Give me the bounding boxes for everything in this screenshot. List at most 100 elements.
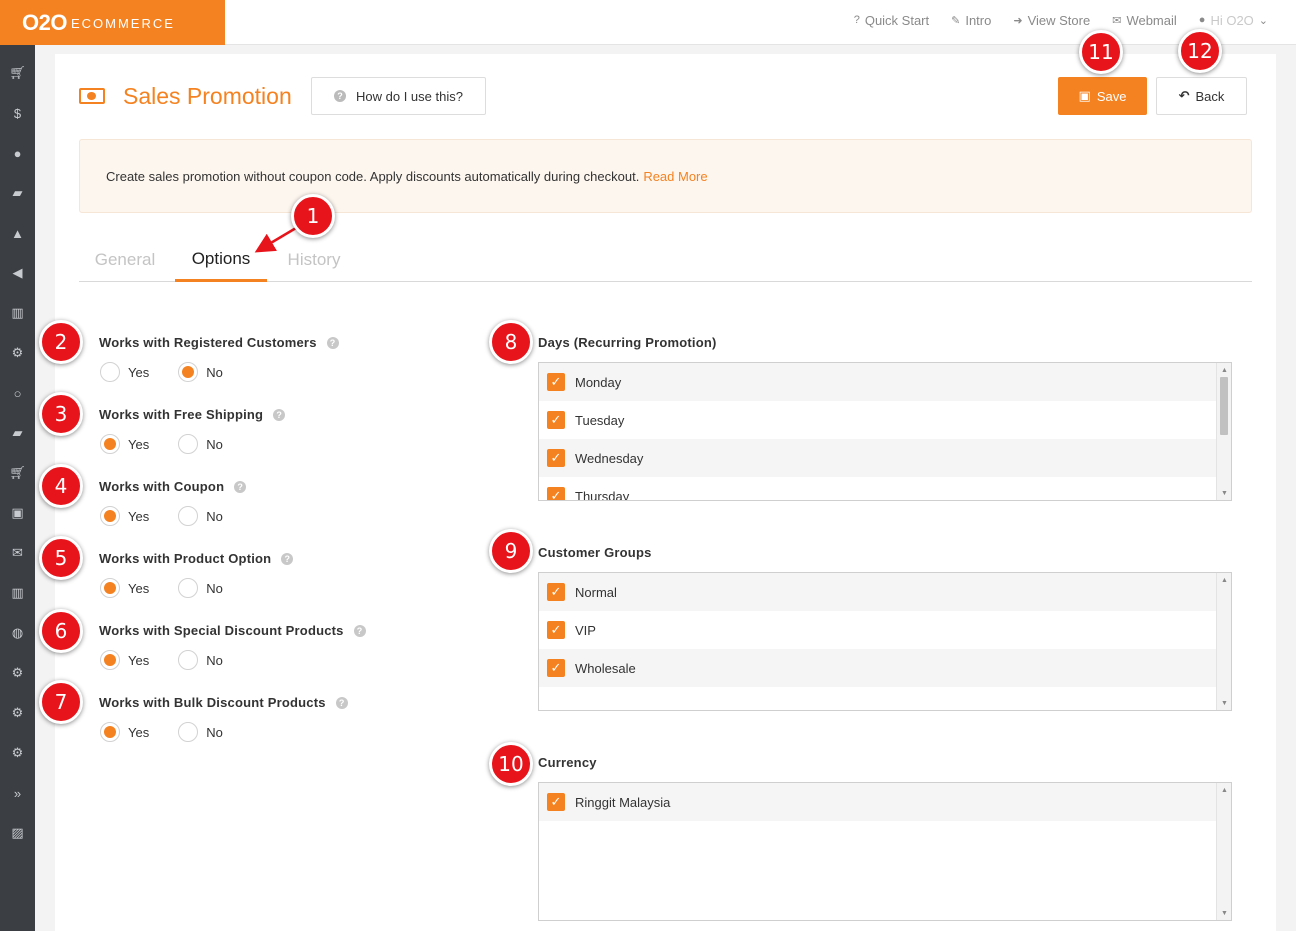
checkbox-checked-icon[interactable]: ✓ [547,449,565,467]
bar-chart-icon[interactable]: ▥ [0,293,35,333]
currency-item[interactable]: ✓ Ringgit Malaysia [539,783,1216,821]
currency-listbox[interactable]: ✓ Ringgit Malaysia ▲ ▼ [538,782,1232,921]
option-label: Works with Product Option? [99,551,294,566]
back-button[interactable]: ↶ Back [1156,77,1247,115]
days-listbox[interactable]: ✓ Monday ✓ Tuesday ✓ Wednesday ✓ Thursday ▲ ▼ [538,362,1232,501]
checkbox-checked-icon[interactable]: ✓ [547,411,565,429]
radio-yes[interactable] [100,578,120,598]
radio-no[interactable] [178,434,199,454]
chevron-down-icon: ⌄ [1258,14,1268,27]
checkbox-checked-icon[interactable]: ✓ [547,487,565,500]
help-icon[interactable]: ? [353,624,366,637]
question-icon: ? [853,14,860,26]
option-label-text: Works with Bulk Discount Products [99,695,326,710]
user-icon[interactable]: ● [0,133,35,173]
cart-alt-icon[interactable]: 🛒︎ [0,453,35,493]
webmail-link[interactable]: ✉ Webmail [1112,13,1177,28]
info-notice: Create sales promotion without coupon co… [79,139,1252,213]
quick-start-link[interactable]: ? Quick Start [854,13,929,28]
help-icon[interactable]: ? [281,552,294,565]
customer-group-item-label: Normal [575,584,617,600]
checkbox-checked-icon[interactable]: ✓ [547,659,565,677]
how-to-button[interactable]: ? How do I use this? [311,77,486,115]
annotation-marker-7: 7 [39,680,83,724]
radio-yes-label: Yes [128,436,150,452]
user-menu[interactable]: ● Hi O2O ⌄ [1199,13,1268,28]
day-item[interactable]: ✓ Monday [539,363,1216,401]
thumbs-up-icon[interactable]: ▲ [0,213,35,253]
view-store-link[interactable]: ➜ View Store [1013,13,1090,28]
annotation-marker-5: 5 [39,536,83,580]
magic-wand-icon: ✎ [951,14,961,27]
money-icon[interactable]: ▣ [0,493,35,533]
bullhorn-icon[interactable]: ◀ [0,253,35,293]
radio-no[interactable] [178,362,199,382]
dollar-icon[interactable]: $ [0,93,35,133]
gear-alt-icon[interactable]: ⚙ [0,693,35,733]
tab-general[interactable]: General [79,238,171,282]
save-button[interactable]: ▣ Save [1058,77,1147,115]
brand-logo[interactable]: O2O ECOMMERCE [0,0,225,45]
radio-yes[interactable] [100,650,120,670]
currency-scrollbar[interactable]: ▲ ▼ [1216,783,1231,920]
book-alt-icon[interactable]: ▰ [0,413,35,453]
help-icon[interactable]: ? [326,336,339,349]
radio-no[interactable] [178,506,199,526]
gear-icon[interactable]: ⚙ [0,653,35,693]
annotation-marker-12: 12 [1178,29,1222,73]
bar-chart-alt-icon[interactable]: ▥ [0,573,35,613]
customer-groups-listbox[interactable]: ✓ Normal ✓ VIP ✓ Wholesale ▲ ▼ [538,572,1232,711]
read-more-link[interactable]: Read More [643,169,707,184]
comment-icon[interactable]: ○ [0,373,35,413]
tab-options[interactable]: Options [175,238,267,282]
day-item[interactable]: ✓ Tuesday [539,401,1216,439]
groups-scrollbar[interactable]: ▲ ▼ [1216,573,1231,710]
forward-icon[interactable]: » [0,773,35,813]
scroll-up-icon[interactable]: ▲ [1217,363,1231,377]
sign-in-icon: ➜ [1013,14,1023,27]
radio-no[interactable] [178,578,199,598]
help-icon[interactable]: ? [273,408,286,421]
customer-group-item[interactable]: ✓ Wholesale [539,649,1216,687]
help-icon[interactable]: ? [234,480,247,493]
radio-yes[interactable] [100,722,120,742]
checkbox-checked-icon[interactable]: ✓ [547,583,565,601]
intro-link[interactable]: ✎ Intro [951,13,991,28]
webmail-label: Webmail [1126,12,1177,28]
help-icon[interactable]: ? [335,696,348,709]
cogs-alt-icon[interactable]: ⚙ [0,733,35,773]
radio-no[interactable] [178,722,199,742]
tab-history[interactable]: History [273,238,355,282]
cart-icon[interactable]: 🛒︎ [0,53,35,93]
scroll-up-icon[interactable]: ▲ [1217,783,1231,797]
radio-yes[interactable] [100,506,120,526]
customer-group-item[interactable]: ✓ VIP [539,611,1216,649]
day-item[interactable]: ✓ Thursday [539,477,1216,500]
checkbox-checked-icon[interactable]: ✓ [547,373,565,391]
annotation-marker-4: 4 [39,464,83,508]
floppy-disk-icon: ▣ [1078,88,1091,103]
scroll-thumb[interactable] [1220,377,1228,435]
customer-group-item[interactable]: ✓ Normal [539,573,1216,611]
scroll-down-icon[interactable]: ▼ [1217,906,1231,920]
radio-yes[interactable] [100,434,120,454]
radio-yes[interactable] [100,362,120,382]
checkbox-checked-icon[interactable]: ✓ [547,793,565,811]
money-icon [79,88,105,104]
currency-label: Currency [538,755,597,770]
globe-icon[interactable]: ◍ [0,613,35,653]
envelope-icon[interactable]: ✉ [0,533,35,573]
book-icon[interactable]: ▰ [0,173,35,213]
scroll-down-icon[interactable]: ▼ [1217,486,1231,500]
radio-no[interactable] [178,650,199,670]
scroll-up-icon[interactable]: ▲ [1217,573,1231,587]
checkbox-checked-icon[interactable]: ✓ [547,621,565,639]
radio-yes-label: Yes [128,580,150,596]
cogs-icon[interactable]: ⚙ [0,333,35,373]
days-scrollbar[interactable]: ▲ ▼ [1216,363,1231,500]
image-icon[interactable]: ▨ [0,813,35,853]
scroll-down-icon[interactable]: ▼ [1217,696,1231,710]
sidebar: 🛒︎ $ ● ▰ ▲ ◀ ▥ ⚙ ○ ▰ 🛒︎ ▣ ✉ ▥ ◍ ⚙ ⚙ ⚙ » … [0,45,35,931]
day-item[interactable]: ✓ Wednesday [539,439,1216,477]
radio-yes-label: Yes [128,652,150,668]
